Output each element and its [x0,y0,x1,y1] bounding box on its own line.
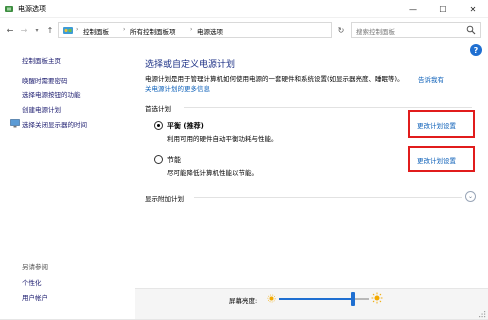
breadcrumb-separator-icon: › [123,26,126,33]
sidebar-item-home[interactable]: 控制面板主页 [22,55,61,65]
search-placeholder: 搜索控制面板 [356,28,395,36]
sidebar-item-personalization[interactable]: 个性化 [22,277,42,287]
power-saver-plan-name[interactable]: 节能 [167,155,181,165]
bright-sun-icon [371,292,383,304]
search-icon[interactable] [466,25,476,35]
breadcrumb-separator-icon: › [76,26,79,33]
highlight-box [408,110,475,138]
see-also-heading: 另请参阅 [22,263,48,271]
sidebar-item-user-accounts[interactable]: 用户帐户 [22,292,48,302]
brightness-slider-fill[interactable] [279,298,353,300]
sidebar: 控制面板主页 唤醒时需要密码 选择电源按钮的功能 创建电源计划 选择关闭显示器的… [0,42,134,320]
forward-arrow-icon[interactable]: → [18,23,30,37]
preferred-plans-divider [184,107,472,108]
brightness-slider-thumb[interactable] [351,292,355,306]
page-title: 选择或自定义电源计划 [145,60,236,70]
address-bar[interactable]: › 控制面板 › 所有控制面板项 › 电源选项 ▾ [58,22,377,38]
brightness-bar [135,288,488,320]
power-saver-plan-description: 尽可能降低计算机性能以节能。 [167,169,258,177]
balanced-plan-name[interactable]: 平衡 (推荐) [167,121,204,131]
refresh-icon[interactable]: ↻ [334,22,348,38]
up-arrow-icon[interactable]: ↑ [44,23,56,37]
learn-more-link-continued[interactable]: 关电源计划的更多信息 [145,83,210,93]
breadcrumb-separator-icon: › [190,26,193,33]
learn-more-link[interactable]: 告诉我有 [418,74,444,84]
brightness-slider-track[interactable] [353,298,369,300]
close-button[interactable]: ✕ [458,0,488,18]
search-input[interactable]: 搜索控制面板 [351,22,481,38]
breadcrumb-control-panel[interactable]: 控制面板 [83,26,109,36]
power-options-icon [5,6,13,12]
title-bar: 电源选项 — ☐ ✕ [0,0,488,18]
preferred-plans-heading: 首选计划 [145,105,171,113]
description-text: 电源计划是用于管理计算机如何使用电源的一套硬件和系统设置(如显示器亮度、睡眠等)… [145,75,404,83]
show-additional-plans-label[interactable]: 显示附加计划 [145,193,184,203]
additional-plans-divider [194,197,462,198]
monitor-icon [10,119,20,128]
address-row: ← → ▾ ↑ › 控制面板 › 所有控制面板项 › 电源选项 ▾ ↻ 搜索控制… [0,19,488,41]
window-title: 电源选项 [18,5,46,13]
help-icon[interactable]: ? [470,44,482,56]
balanced-plan-description: 利用可用的硬件自动平衡功耗与性能。 [167,135,278,143]
breadcrumb-all-items[interactable]: 所有控制面板项 [130,26,176,36]
sidebar-item-wake-password[interactable]: 唤醒时需要密码 [22,75,68,85]
dim-sun-icon [267,294,276,303]
highlight-box [408,146,475,172]
maximize-button[interactable]: ☐ [428,0,458,18]
breadcrumb-power-options[interactable]: 电源选项 [197,26,223,36]
sidebar-item-create-plan[interactable]: 创建电源计划 [22,104,61,114]
minimize-button[interactable]: — [398,0,428,18]
recent-locations-chevron-icon[interactable]: ▾ [31,23,43,37]
back-arrow-icon[interactable]: ← [4,23,16,37]
resize-grip-icon[interactable] [478,310,486,318]
power-saver-plan-radio[interactable] [154,155,163,164]
sidebar-item-power-button[interactable]: 选择电源按钮的功能 [22,89,81,99]
balanced-plan-radio[interactable] [154,121,163,130]
expand-chevron-icon[interactable]: ⌄ [465,191,476,202]
brightness-label: 屏幕亮度: [229,297,258,305]
sidebar-item-display-off[interactable]: 选择关闭显示器的时间 [22,119,87,129]
control-panel-icon [63,27,73,34]
